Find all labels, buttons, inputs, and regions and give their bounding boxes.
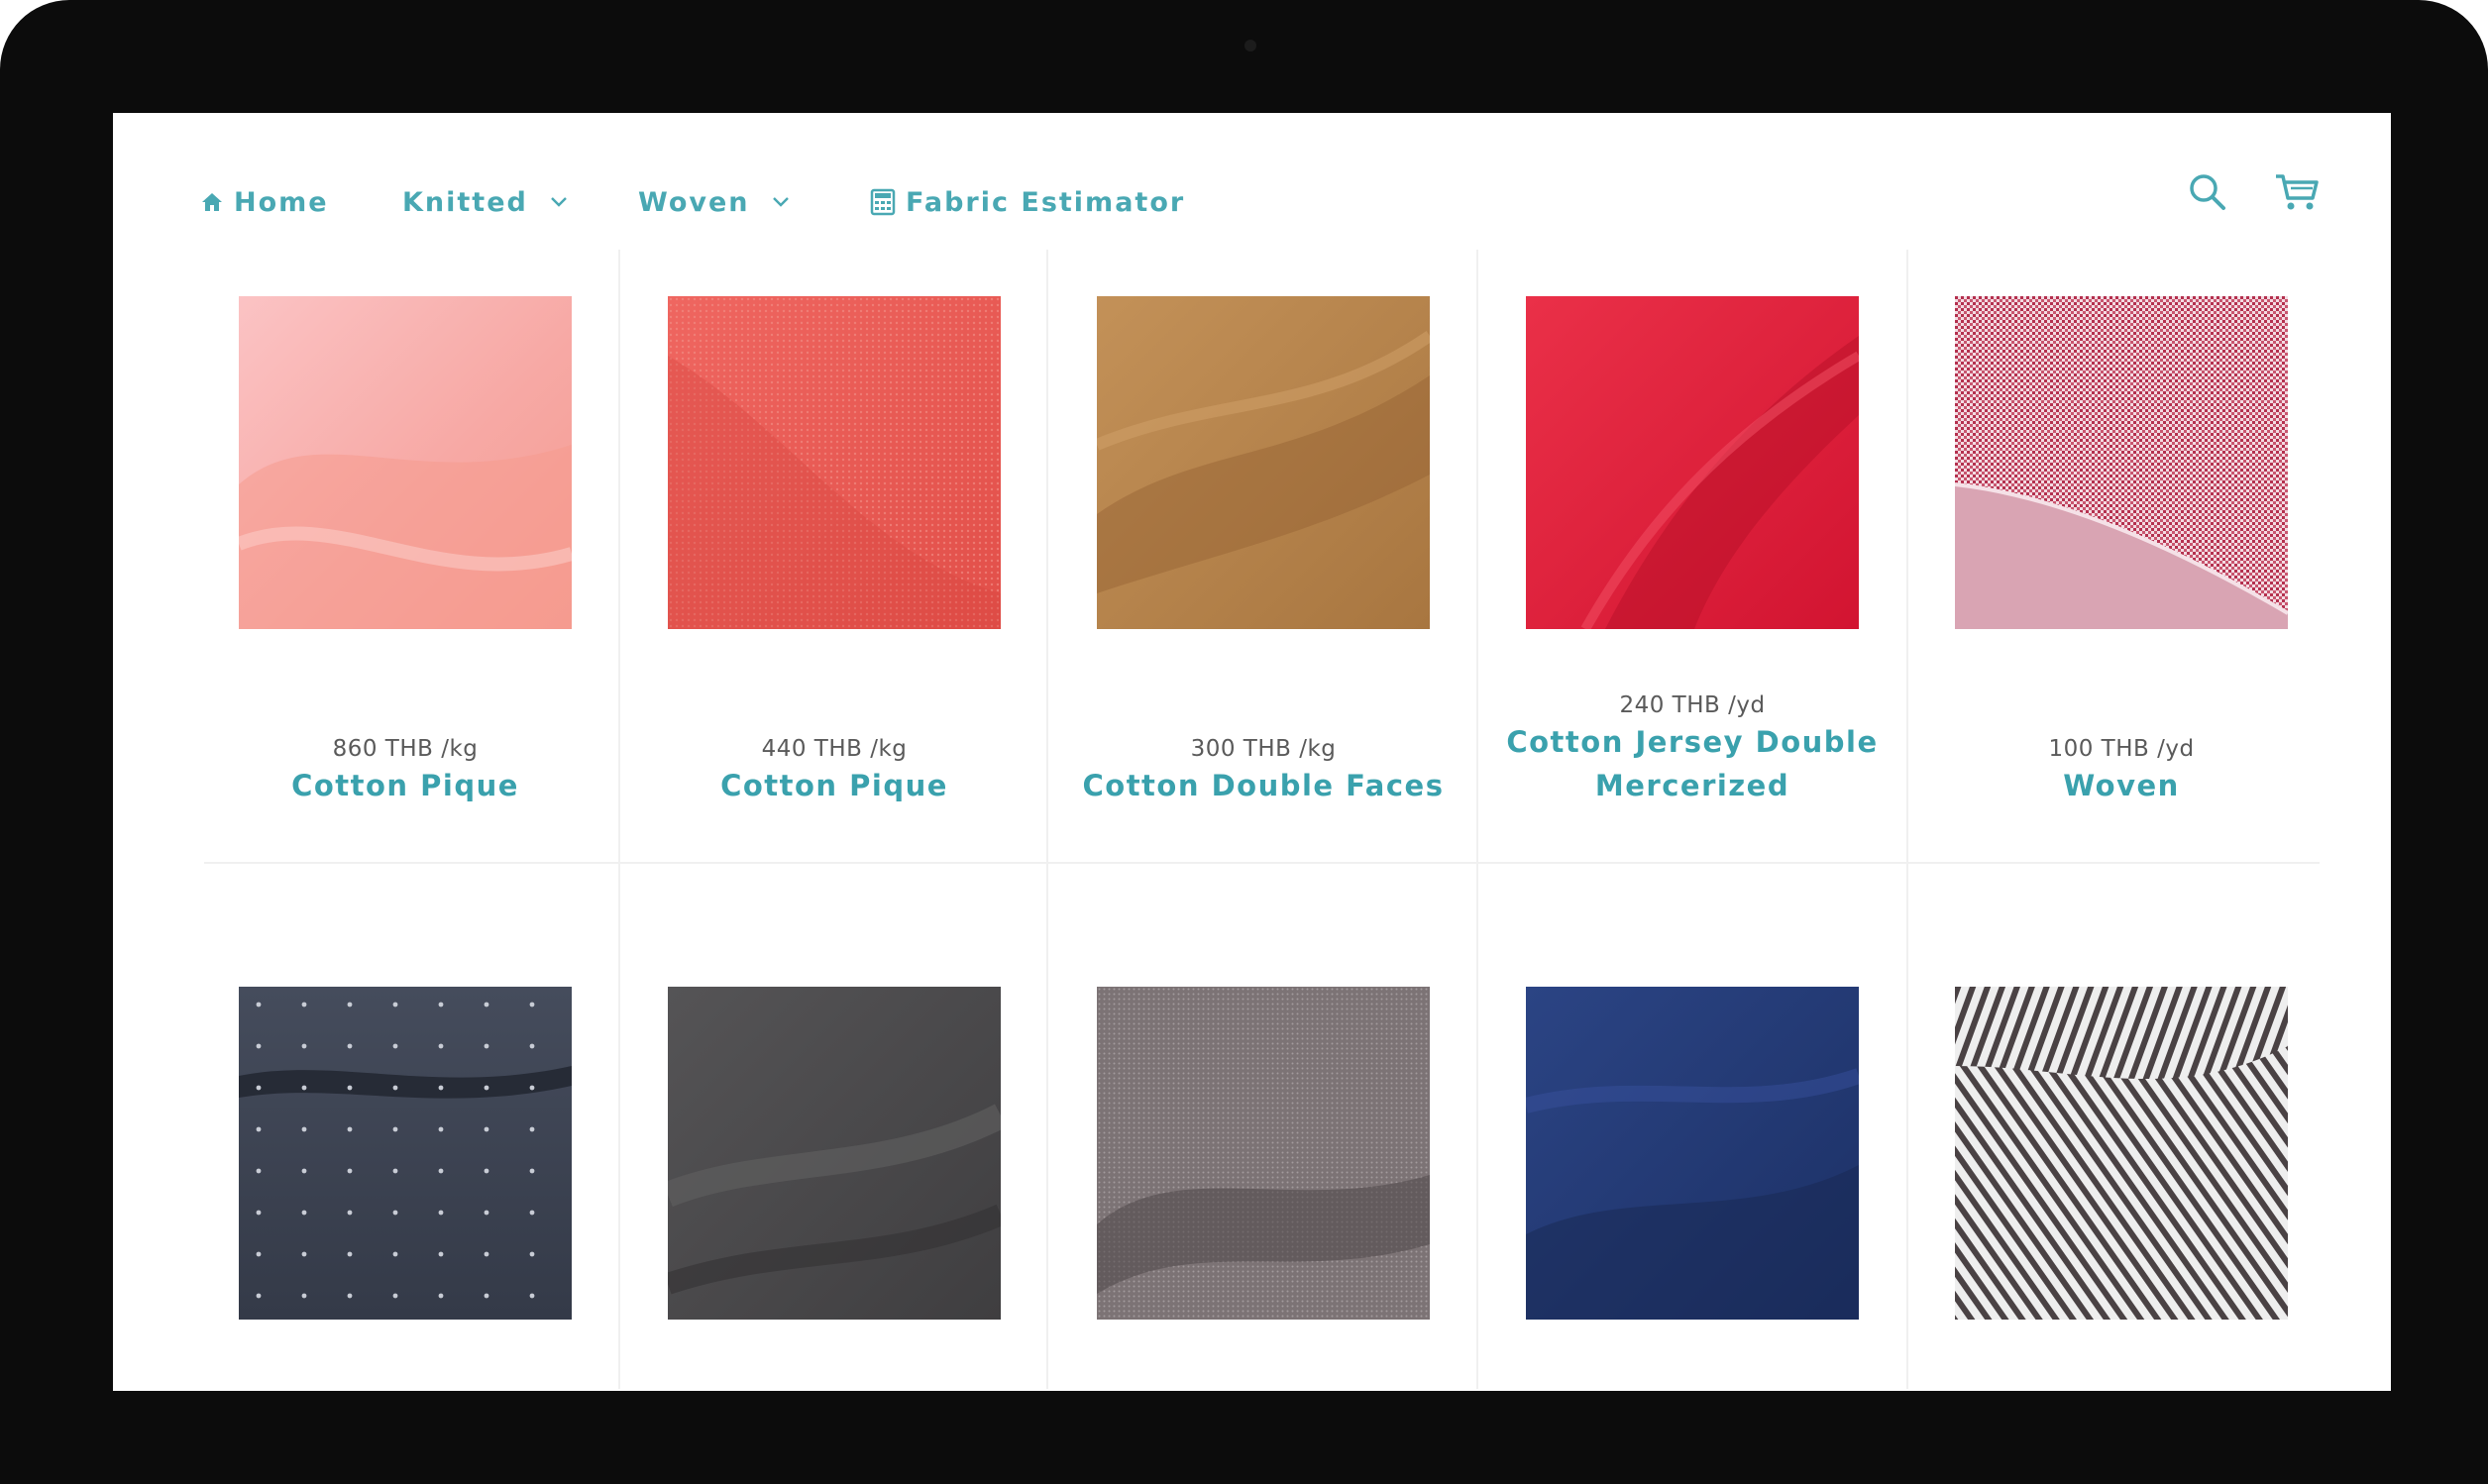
product-name-link[interactable]: Cotton Pique <box>190 764 620 807</box>
product-price: 100 THB /yd <box>2048 736 2195 762</box>
chevron-down-icon <box>772 196 790 208</box>
product-card[interactable] <box>1048 987 1478 1320</box>
product-image[interactable] <box>1526 987 1859 1320</box>
product-price: 240 THB /yd <box>1619 692 1766 718</box>
calculator-icon <box>870 188 896 216</box>
product-name-link[interactable]: Woven <box>1906 764 2336 807</box>
product-image[interactable] <box>239 987 572 1320</box>
nav-woven-label: Woven <box>638 186 750 218</box>
product-card[interactable] <box>1906 987 2336 1320</box>
product-card[interactable] <box>190 296 620 629</box>
product-card[interactable] <box>619 296 1049 629</box>
product-image[interactable] <box>1097 987 1430 1320</box>
product-name-link[interactable]: Cotton Jersey Double Mercerized <box>1477 720 1907 807</box>
product-image[interactable] <box>1526 296 1859 629</box>
nav-knitted-label: Knitted <box>402 186 528 218</box>
search-button[interactable] <box>2186 170 2229 214</box>
product-card[interactable] <box>1906 296 2336 629</box>
chevron-down-icon <box>550 196 568 208</box>
home-icon <box>200 190 224 214</box>
product-info: 860 THB /kg Cotton Pique <box>190 734 620 807</box>
product-info: 300 THB /kg Cotton Double Faces <box>1048 734 1478 807</box>
product-image[interactable] <box>1097 296 1430 629</box>
search-icon <box>2190 174 2225 210</box>
product-card[interactable] <box>1048 296 1478 629</box>
product-info: 440 THB /kg Cotton Pique <box>619 734 1049 807</box>
product-image[interactable] <box>1955 296 2288 629</box>
product-price: 300 THB /kg <box>1190 736 1337 762</box>
product-price: 440 THB /kg <box>761 736 908 762</box>
product-card[interactable] <box>1477 296 1907 629</box>
product-name-line: Mercerized <box>1594 769 1790 802</box>
product-price: 860 THB /kg <box>332 736 479 762</box>
product-info: 240 THB /yd Cotton Jersey Double Merceri… <box>1477 690 1907 807</box>
product-card[interactable] <box>1477 987 1907 1320</box>
product-card[interactable] <box>190 987 620 1320</box>
browser-screen: Home Knitted Woven Fabric Estimator 860 … <box>113 113 2391 1391</box>
nav-fabric-estimator[interactable]: Fabric Estimator <box>870 172 1185 232</box>
main-navigation: Home Knitted Woven Fabric Estimator <box>113 113 2391 262</box>
nav-knitted[interactable]: Knitted <box>402 172 568 232</box>
nav-home[interactable]: Home <box>200 172 329 232</box>
product-image[interactable] <box>239 296 572 629</box>
webcam <box>1244 40 1256 52</box>
product-name-line: Cotton Jersey Double <box>1506 725 1879 759</box>
monitor-bezel: Home Knitted Woven Fabric Estimator 860 … <box>0 0 2488 1484</box>
product-card[interactable] <box>619 987 1049 1320</box>
product-image[interactable] <box>668 987 1001 1320</box>
nav-woven[interactable]: Woven <box>638 172 790 232</box>
cart-button[interactable] <box>2273 170 2321 214</box>
cart-icon <box>2276 174 2319 210</box>
nav-home-label: Home <box>234 186 329 218</box>
product-info: 100 THB /yd Woven <box>1906 734 2336 807</box>
product-name-link[interactable]: Cotton Pique <box>619 764 1049 807</box>
product-image[interactable] <box>1955 987 2288 1320</box>
nav-fabric-estimator-label: Fabric Estimator <box>906 186 1186 218</box>
product-name-link[interactable]: Cotton Double Faces <box>1048 764 1478 807</box>
product-image[interactable] <box>668 296 1001 629</box>
